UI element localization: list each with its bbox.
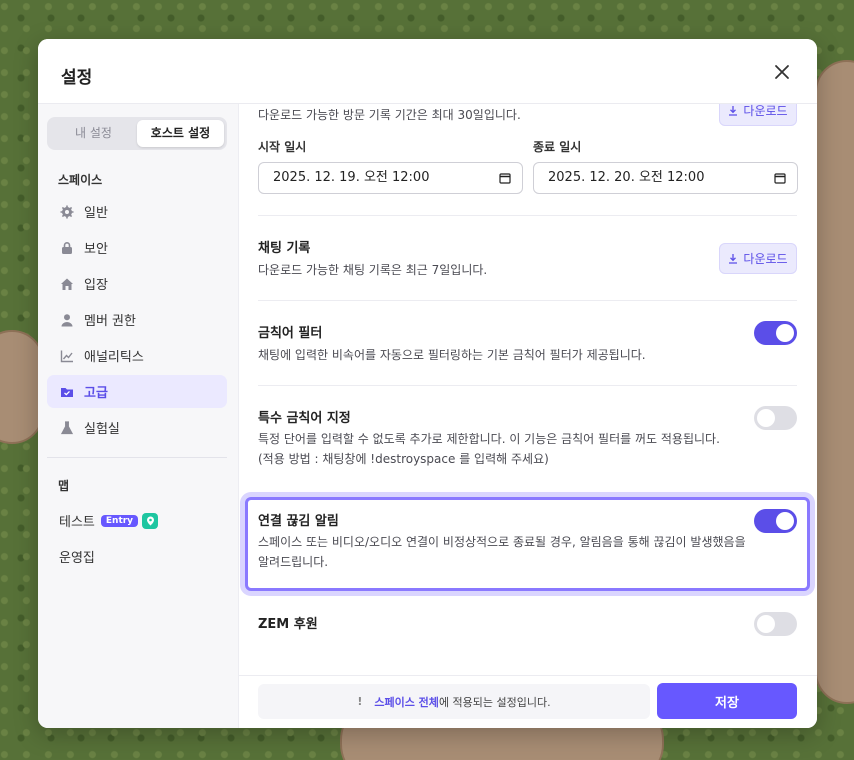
- toggle-knob: [757, 409, 775, 427]
- section-divider: [258, 215, 797, 216]
- folder-icon: [61, 387, 73, 397]
- profanity-filter-desc: 채팅에 입력한 비속어를 자동으로 필터링하는 기본 금칙어 필터가 제공됩니다…: [258, 348, 646, 362]
- special-words-howto: (적용 방법 : 채팅창에 !destroyspace 를 입력해 주세요): [258, 452, 549, 466]
- sidebar-item-advanced[interactable]: 고급: [47, 375, 227, 408]
- sidebar-item-label: 애널리틱스: [84, 350, 144, 365]
- close-icon: [775, 65, 789, 79]
- modal-header: 설정: [38, 39, 817, 104]
- flask-icon: [60, 420, 74, 434]
- chat-log-title: 채팅 기록: [258, 241, 311, 256]
- person-icon: [61, 313, 73, 326]
- section-divider: [258, 300, 797, 301]
- calendar-icon[interactable]: [499, 172, 511, 184]
- disconnect-alert-desc: 스페이스 또는 비디오/오디오 연결이 비정상적으로 종료될 경우, 알림음을 …: [258, 535, 746, 549]
- disconnect-alert-desc-cont: 알려드립니다.: [258, 555, 329, 569]
- tab-my-settings[interactable]: 내 설정: [50, 120, 137, 147]
- sidebar-map-test[interactable]: 테스트 Entry: [59, 511, 159, 530]
- start-date-input[interactable]: 2025. 12. 19. 오전 12:00: [258, 162, 523, 194]
- entry-badge: Entry: [100, 514, 139, 527]
- notice-text: 에 적용되는 설정입니다.: [438, 695, 551, 709]
- lock-icon: [62, 241, 72, 254]
- special-words-title: 특수 금칙어 지정: [258, 411, 351, 426]
- end-date-value: 2025. 12. 20. 오전 12:00: [548, 170, 705, 185]
- end-date-input[interactable]: 2025. 12. 20. 오전 12:00: [533, 162, 798, 194]
- zem-support-toggle[interactable]: [754, 612, 797, 636]
- sidebar-item-label: 멤버 권한: [84, 314, 136, 329]
- profanity-filter-toggle[interactable]: [754, 321, 797, 345]
- info-icon: !: [357, 695, 363, 708]
- disconnect-alert-title: 연결 끊김 알림: [258, 514, 339, 529]
- tab-host-settings[interactable]: 호스트 설정: [137, 120, 224, 147]
- sidebar-item-label: 입장: [84, 278, 108, 293]
- download-icon: [729, 254, 738, 264]
- sidebar-item-label: 고급: [84, 386, 108, 401]
- start-date-value: 2025. 12. 19. 오전 12:00: [273, 170, 430, 185]
- save-button[interactable]: 저장: [657, 683, 797, 719]
- calendar-icon[interactable]: [774, 172, 786, 184]
- toggle-knob: [757, 615, 775, 633]
- visit-log-desc: 다운로드 가능한 방문 기록 기간은 최대 30일입니다.: [258, 108, 521, 122]
- sidebar-item-general[interactable]: 일반: [47, 195, 227, 228]
- sidebar-item-label: 실험실: [84, 422, 120, 437]
- profanity-filter-title: 금칙어 필터: [258, 326, 323, 341]
- close-button[interactable]: [771, 61, 793, 83]
- chat-log-desc: 다운로드 가능한 채팅 기록은 최근 7일입니다.: [258, 263, 488, 277]
- disconnect-alert-toggle[interactable]: [754, 509, 797, 533]
- download-label: 다운로드: [743, 252, 788, 266]
- section-divider: [258, 385, 797, 386]
- modal-title: 설정: [61, 68, 93, 88]
- sidebar-item-analytics[interactable]: 애널리틱스: [47, 339, 227, 372]
- sidebar-item-label: 보안: [84, 242, 108, 257]
- map-section-label: 맵: [58, 479, 70, 493]
- scope-notice: ! 스페이스 전체 에 적용되는 설정입니다.: [258, 684, 650, 719]
- settings-content: 다운로드 가능한 방문 기록 기간은 최대 30일입니다. 다운로드 시작 일시…: [239, 104, 817, 676]
- settings-sidebar: 내 설정 호스트 설정 스페이스 일반 보안 입장 멤버 권한 애널리틱스 고급: [38, 104, 239, 728]
- special-words-desc: 특정 단어를 입력할 수 없도록 추가로 제한합니다. 이 기능은 금칙어 필터…: [258, 432, 720, 446]
- zem-support-title: ZEM 후원: [258, 617, 318, 632]
- end-date-label: 종료 일시: [533, 140, 582, 154]
- chart-icon: [60, 350, 73, 362]
- sidebar-item-security[interactable]: 보안: [47, 231, 227, 264]
- location-pin-icon: [142, 512, 159, 529]
- map-label: 운영집: [59, 551, 95, 566]
- home-icon: [61, 278, 73, 290]
- gear-icon: [60, 205, 74, 218]
- space-section-label: 스페이스: [58, 173, 103, 187]
- toggle-knob: [776, 512, 794, 530]
- settings-footer: ! 스페이스 전체 에 적용되는 설정입니다. 저장: [239, 675, 817, 728]
- notice-accent: 스페이스 전체: [374, 695, 439, 709]
- sidebar-divider: [47, 457, 227, 458]
- sidebar-item-entrance[interactable]: 입장: [47, 267, 227, 300]
- toggle-knob: [776, 324, 794, 342]
- download-label: 다운로드: [743, 104, 788, 118]
- sidebar-item-member-permissions[interactable]: 멤버 권한: [47, 303, 227, 336]
- sidebar-map-operation[interactable]: 운영집: [59, 547, 95, 566]
- chat-log-download-button[interactable]: 다운로드: [719, 243, 797, 274]
- start-date-label: 시작 일시: [258, 140, 307, 154]
- sidebar-item-lab[interactable]: 실험실: [47, 411, 227, 444]
- download-icon: [729, 106, 738, 116]
- settings-scope-toggle: 내 설정 호스트 설정: [47, 117, 227, 150]
- settings-modal: 설정 내 설정 호스트 설정 스페이스 일반 보안 입장 멤버 권한 애널리틱스…: [38, 39, 817, 728]
- visit-log-download-button[interactable]: 다운로드: [719, 104, 797, 126]
- map-label: 테스트: [59, 515, 95, 530]
- sidebar-item-label: 일반: [84, 206, 108, 221]
- special-words-toggle[interactable]: [754, 406, 797, 430]
